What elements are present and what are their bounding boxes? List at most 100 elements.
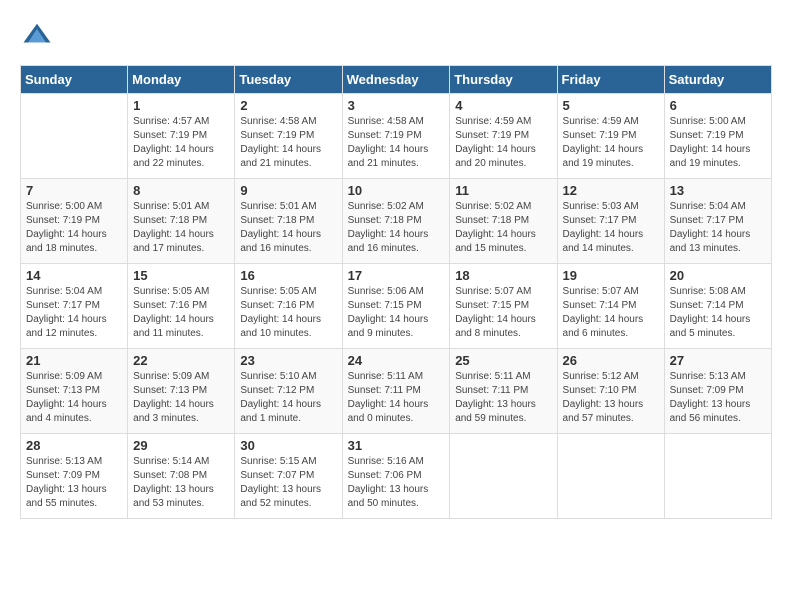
calendar-cell: 7 Sunrise: 5:00 AMSunset: 7:19 PMDaylight… [21, 179, 128, 264]
calendar-cell [450, 434, 557, 519]
calendar-cell: 16 Sunrise: 5:05 AMSunset: 7:16 PMDayligh… [235, 264, 342, 349]
day-info: Sunrise: 5:13 AMSunset: 7:09 PMDaylight:… [26, 455, 122, 511]
day-info: Sunrise: 5:09 AMSunset: 7:13 PMDaylight:… [133, 370, 229, 426]
day-info: Sunrise: 5:04 AMSunset: 7:17 PMDaylight:… [670, 200, 766, 256]
day-number: 29 [133, 438, 229, 453]
header-day-friday: Friday [557, 66, 664, 94]
day-number: 1 [133, 98, 229, 113]
header [20, 20, 772, 55]
calendar-cell: 24Sunrise: 5:11 AMSunset: 7:11 PMDayligh… [342, 349, 450, 434]
calendar-week-4: 21 Sunrise: 5:09 AMSunset: 7:13 PMDayligh… [21, 349, 772, 434]
day-info: Sunrise: 4:57 AMSunset: 7:19 PMDaylight:… [133, 115, 229, 171]
calendar-cell [664, 434, 771, 519]
day-number: 27 [670, 353, 766, 368]
header-day-tuesday: Tuesday [235, 66, 342, 94]
day-info: Sunrise: 5:00 AMSunset: 7:19 PMDaylight:… [670, 115, 766, 171]
calendar-cell: 1 Sunrise: 4:57 AMSunset: 7:19 PMDaylight… [128, 94, 235, 179]
calendar-week-2: 7 Sunrise: 5:00 AMSunset: 7:19 PMDaylight… [21, 179, 772, 264]
calendar-cell: 31Sunrise: 5:16 AMSunset: 7:06 PMDayligh… [342, 434, 450, 519]
day-info: Sunrise: 5:08 AMSunset: 7:14 PMDaylight:… [670, 285, 766, 341]
day-number: 28 [26, 438, 122, 453]
day-number: 7 [26, 183, 122, 198]
calendar-cell: 29 Sunrise: 5:14 AMSunset: 7:08 PMDayligh… [128, 434, 235, 519]
calendar-cell: 11 Sunrise: 5:02 AMSunset: 7:18 PMDayligh… [450, 179, 557, 264]
calendar-cell: 25 Sunrise: 5:11 AMSunset: 7:11 PMDayligh… [450, 349, 557, 434]
calendar-cell: 30Sunrise: 5:15 AMSunset: 7:07 PMDayligh… [235, 434, 342, 519]
calendar-cell: 19 Sunrise: 5:07 AMSunset: 7:14 PMDayligh… [557, 264, 664, 349]
day-info: Sunrise: 4:58 AMSunset: 7:19 PMDaylight:… [348, 115, 445, 171]
calendar-cell: 4Sunrise: 4:59 AMSunset: 7:19 PMDaylight… [450, 94, 557, 179]
calendar-table: SundayMondayTuesdayWednesdayThursdayFrid… [20, 65, 772, 519]
calendar-cell: 2 Sunrise: 4:58 AMSunset: 7:19 PMDaylight… [235, 94, 342, 179]
day-info: Sunrise: 5:05 AMSunset: 7:16 PMDaylight:… [240, 285, 336, 341]
day-number: 20 [670, 268, 766, 283]
day-info: Sunrise: 5:04 AMSunset: 7:17 PMDaylight:… [26, 285, 122, 341]
day-number: 2 [240, 98, 336, 113]
calendar-cell: 3 Sunrise: 4:58 AMSunset: 7:19 PMDaylight… [342, 94, 450, 179]
day-info: Sunrise: 5:07 AMSunset: 7:15 PMDaylight:… [455, 285, 551, 341]
day-number: 21 [26, 353, 122, 368]
day-number: 5 [563, 98, 659, 113]
calendar-body: 1 Sunrise: 4:57 AMSunset: 7:19 PMDaylight… [21, 94, 772, 519]
calendar-cell: 5Sunrise: 4:59 AMSunset: 7:19 PMDaylight… [557, 94, 664, 179]
calendar-cell: 26 Sunrise: 5:12 AMSunset: 7:10 PMDayligh… [557, 349, 664, 434]
day-info: Sunrise: 5:05 AMSunset: 7:16 PMDaylight:… [133, 285, 229, 341]
header-day-sunday: Sunday [21, 66, 128, 94]
day-info: Sunrise: 5:07 AMSunset: 7:14 PMDaylight:… [563, 285, 659, 341]
calendar-week-5: 28 Sunrise: 5:13 AMSunset: 7:09 PMDayligh… [21, 434, 772, 519]
header-row: SundayMondayTuesdayWednesdayThursdayFrid… [21, 66, 772, 94]
day-info: Sunrise: 5:16 AMSunset: 7:06 PMDaylight:… [348, 455, 445, 511]
calendar-cell: 21Sunrise: 5:09 AMSunset: 7:13 PMDayligh… [21, 349, 128, 434]
header-day-wednesday: Wednesday [342, 66, 450, 94]
logo [20, 20, 52, 55]
day-number: 6 [670, 98, 766, 113]
calendar-cell: 14 Sunrise: 5:04 AMSunset: 7:17 PMDayligh… [21, 264, 128, 349]
day-info: Sunrise: 5:02 AMSunset: 7:18 PMDaylight:… [455, 200, 551, 256]
calendar-cell: 18 Sunrise: 5:07 AMSunset: 7:15 PMDayligh… [450, 264, 557, 349]
day-number: 17 [348, 268, 445, 283]
header-day-thursday: Thursday [450, 66, 557, 94]
day-info: Sunrise: 4:59 AMSunset: 7:19 PMDaylight:… [455, 115, 551, 171]
calendar-cell: 27 Sunrise: 5:13 AMSunset: 7:09 PMDayligh… [664, 349, 771, 434]
day-number: 19 [563, 268, 659, 283]
day-info: Sunrise: 5:00 AMSunset: 7:19 PMDaylight:… [26, 200, 122, 256]
calendar-cell [557, 434, 664, 519]
day-number: 25 [455, 353, 551, 368]
day-number: 9 [240, 183, 336, 198]
logo-icon [22, 20, 52, 50]
day-number: 16 [240, 268, 336, 283]
day-number: 23 [240, 353, 336, 368]
day-number: 22 [133, 353, 229, 368]
day-number: 18 [455, 268, 551, 283]
calendar-cell: 6 Sunrise: 5:00 AMSunset: 7:19 PMDaylight… [664, 94, 771, 179]
day-info: Sunrise: 5:12 AMSunset: 7:10 PMDaylight:… [563, 370, 659, 426]
day-number: 30 [240, 438, 336, 453]
calendar-week-1: 1 Sunrise: 4:57 AMSunset: 7:19 PMDaylight… [21, 94, 772, 179]
calendar-cell: 10Sunrise: 5:02 AMSunset: 7:18 PMDayligh… [342, 179, 450, 264]
day-info: Sunrise: 5:11 AMSunset: 7:11 PMDaylight:… [455, 370, 551, 426]
day-info: Sunrise: 5:13 AMSunset: 7:09 PMDaylight:… [670, 370, 766, 426]
calendar-cell: 15 Sunrise: 5:05 AMSunset: 7:16 PMDayligh… [128, 264, 235, 349]
day-number: 13 [670, 183, 766, 198]
header-day-monday: Monday [128, 66, 235, 94]
day-number: 26 [563, 353, 659, 368]
calendar-cell: 12Sunrise: 5:03 AMSunset: 7:17 PMDayligh… [557, 179, 664, 264]
day-number: 15 [133, 268, 229, 283]
day-number: 14 [26, 268, 122, 283]
calendar-header: SundayMondayTuesdayWednesdayThursdayFrid… [21, 66, 772, 94]
day-info: Sunrise: 5:10 AMSunset: 7:12 PMDaylight:… [240, 370, 336, 426]
day-info: Sunrise: 5:14 AMSunset: 7:08 PMDaylight:… [133, 455, 229, 511]
day-number: 11 [455, 183, 551, 198]
calendar-cell [21, 94, 128, 179]
day-info: Sunrise: 5:03 AMSunset: 7:17 PMDaylight:… [563, 200, 659, 256]
day-info: Sunrise: 5:01 AMSunset: 7:18 PMDaylight:… [240, 200, 336, 256]
day-info: Sunrise: 4:58 AMSunset: 7:19 PMDaylight:… [240, 115, 336, 171]
day-number: 3 [348, 98, 445, 113]
header-day-saturday: Saturday [664, 66, 771, 94]
calendar-cell: 17 Sunrise: 5:06 AMSunset: 7:15 PMDayligh… [342, 264, 450, 349]
day-info: Sunrise: 5:02 AMSunset: 7:18 PMDaylight:… [348, 200, 445, 256]
day-number: 8 [133, 183, 229, 198]
day-info: Sunrise: 5:01 AMSunset: 7:18 PMDaylight:… [133, 200, 229, 256]
day-info: Sunrise: 5:06 AMSunset: 7:15 PMDaylight:… [348, 285, 445, 341]
day-info: Sunrise: 5:11 AMSunset: 7:11 PMDaylight:… [348, 370, 445, 426]
